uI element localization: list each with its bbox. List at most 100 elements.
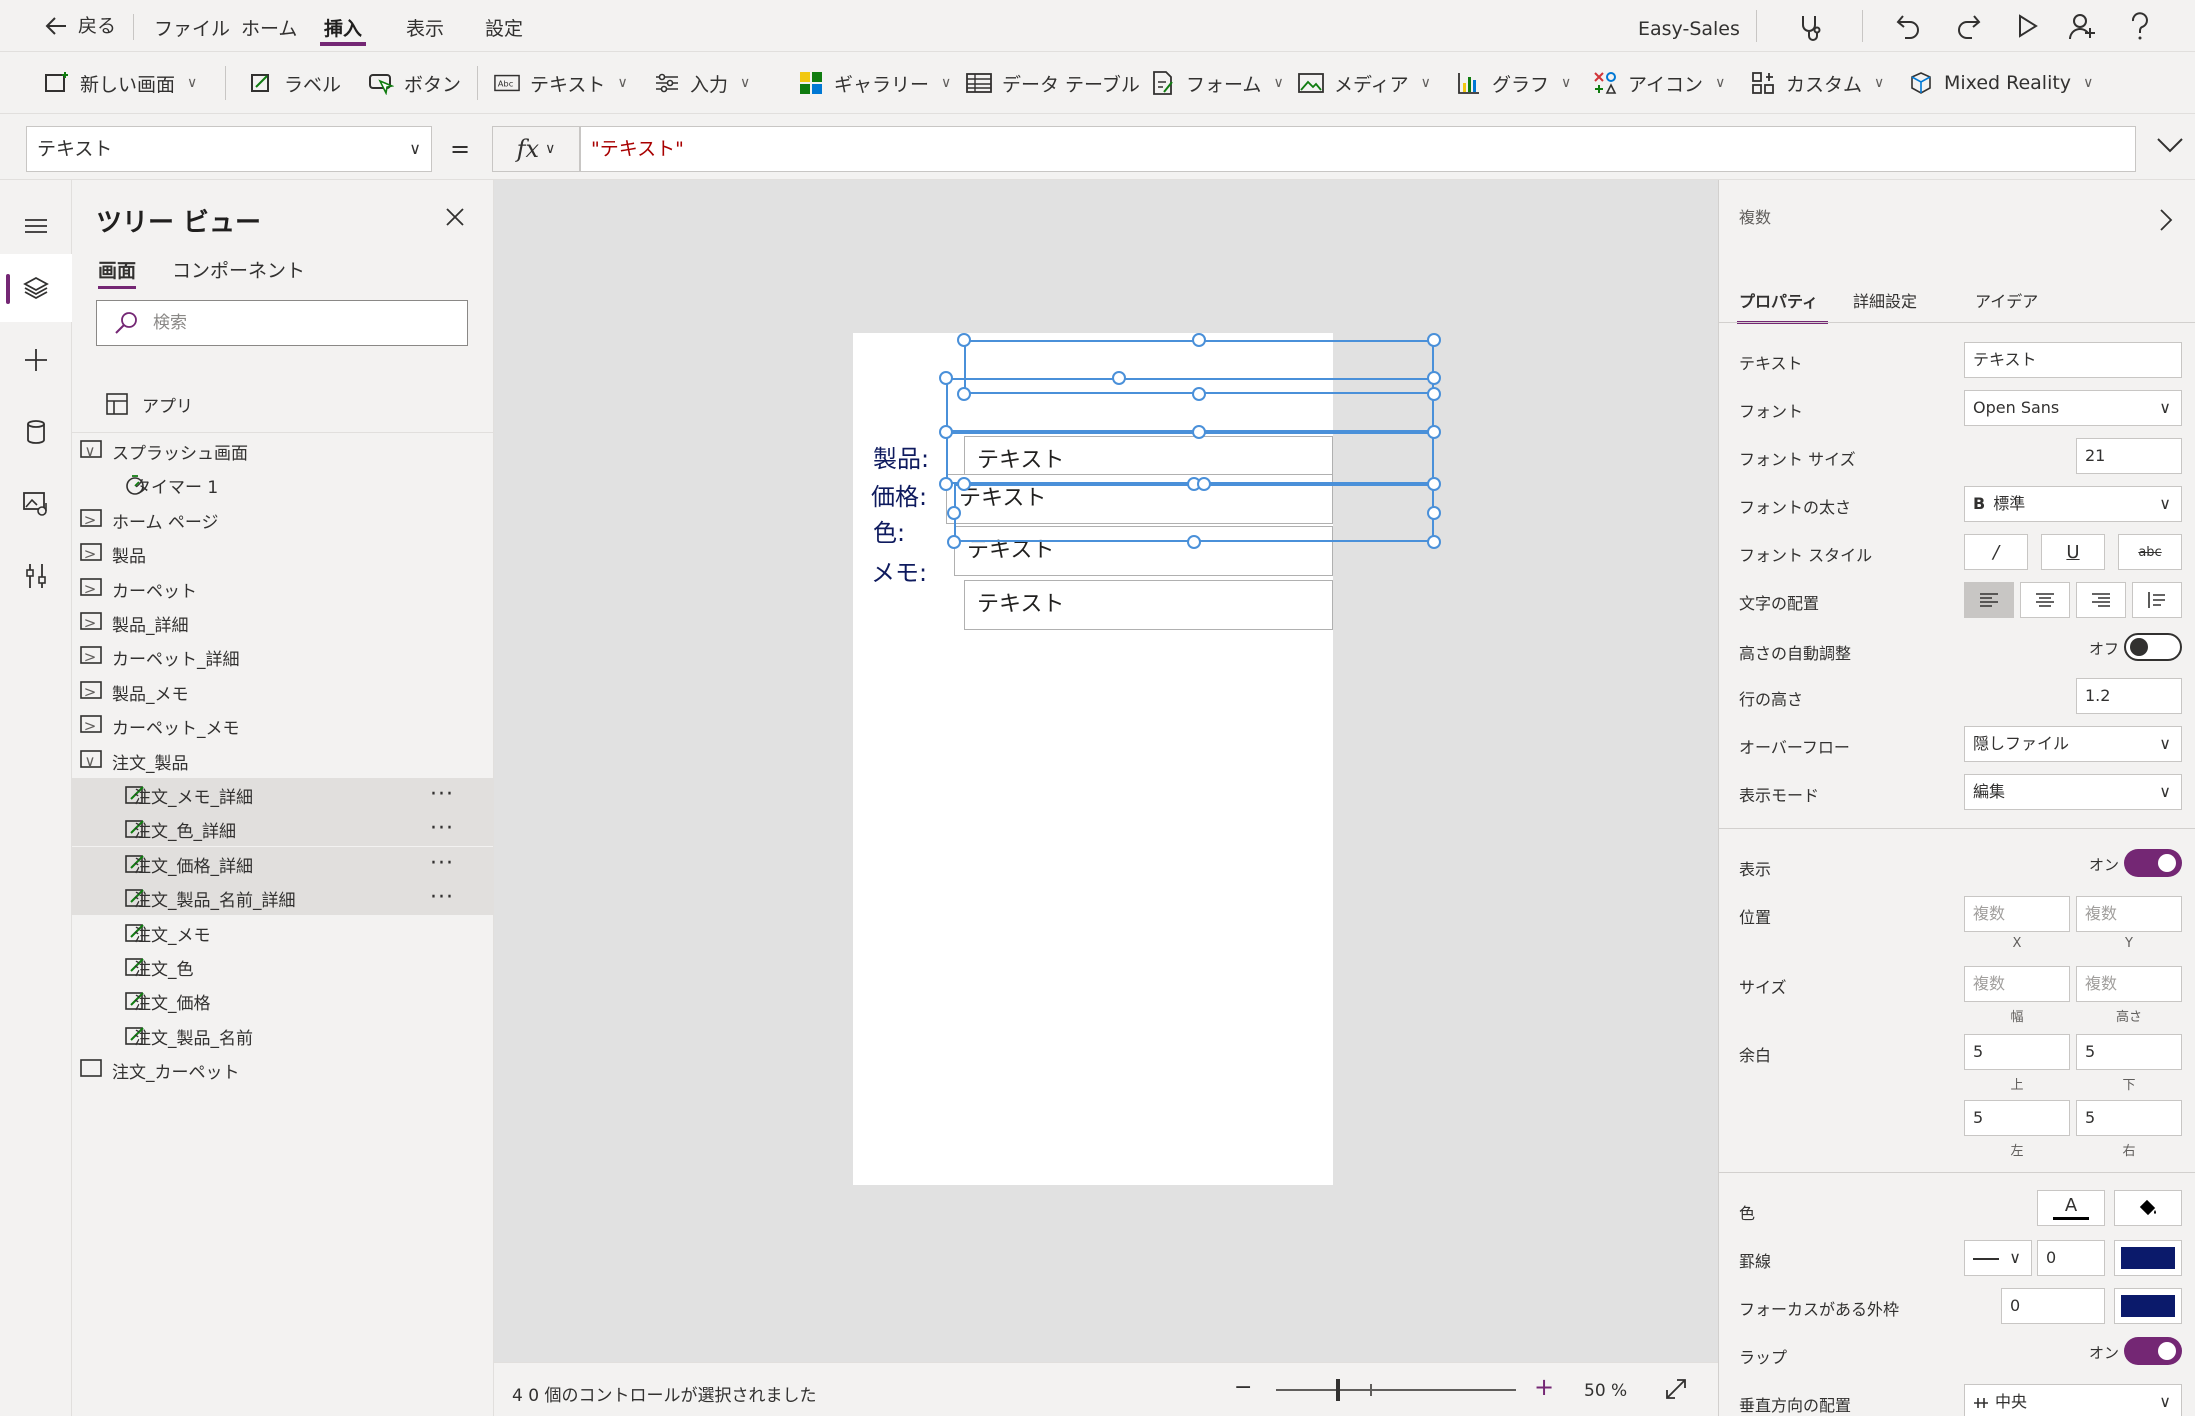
resize-handle[interactable] xyxy=(957,333,971,347)
tree-item[interactable]: ∨ スプラッシュ画面 xyxy=(72,434,494,468)
menu-view[interactable]: 表示 xyxy=(406,0,444,52)
help-icon[interactable] xyxy=(2128,12,2152,42)
memo-textbox[interactable]: テキスト xyxy=(964,580,1333,630)
resize-handle[interactable] xyxy=(1427,506,1441,520)
size-height-input[interactable]: 複数 xyxy=(2076,966,2182,1002)
tree-item[interactable]: 注文_価格_詳細 ··· xyxy=(72,847,494,881)
border-color-button[interactable] xyxy=(2114,1240,2182,1276)
tab-screens[interactable]: 画面 xyxy=(98,256,137,289)
resize-handle[interactable] xyxy=(1187,535,1201,549)
formula-expand-icon[interactable] xyxy=(2156,136,2184,154)
tree-item-app[interactable]: アプリ xyxy=(72,380,494,428)
resize-handle[interactable] xyxy=(1427,371,1441,385)
tree-view-rail-button[interactable] xyxy=(0,254,72,322)
padding-right-input[interactable]: 5 xyxy=(2076,1100,2182,1136)
tree-item[interactable]: ∨ 注文_製品 xyxy=(72,744,494,778)
tree-item[interactable]: > カーペット xyxy=(72,572,494,606)
redo-icon[interactable] xyxy=(1954,12,1982,40)
tab-advanced[interactable]: 詳細設定 xyxy=(1853,288,1917,312)
label-button[interactable]: ラベル xyxy=(248,52,341,114)
tree-item[interactable]: 注文_色 xyxy=(72,950,494,984)
design-canvas[interactable]: 製品: 価格: 色: メモ: テキスト テキスト テキスト テキスト xyxy=(494,180,1718,1362)
media-rail-button[interactable] xyxy=(0,470,72,538)
resize-handle[interactable] xyxy=(957,387,971,401)
resize-handle[interactable] xyxy=(1192,333,1206,347)
undo-icon[interactable] xyxy=(1895,12,1923,40)
back-button[interactable]: 戻る xyxy=(44,0,116,52)
tab-ideas[interactable]: アイデア xyxy=(1975,288,2038,312)
resize-handle[interactable] xyxy=(947,535,961,549)
menu-home[interactable]: ホーム xyxy=(241,0,297,52)
padding-top-input[interactable]: 5 xyxy=(1964,1034,2070,1070)
formula-input[interactable]: "テキスト" xyxy=(580,126,2136,172)
zoom-in-button[interactable]: + xyxy=(1534,1373,1554,1401)
resize-handle[interactable] xyxy=(939,425,953,439)
media-button[interactable]: メディア ∨ xyxy=(1298,52,1431,114)
fit-to-window-icon[interactable] xyxy=(1664,1377,1688,1401)
wrap-toggle[interactable] xyxy=(2124,1337,2182,1365)
menu-file[interactable]: ファイル xyxy=(154,0,230,52)
tree-item[interactable]: 注文_カーペット xyxy=(72,1053,494,1087)
property-dropdown[interactable]: テキスト ∨ xyxy=(26,126,432,172)
align-right-button[interactable] xyxy=(2076,582,2126,618)
resize-handle[interactable] xyxy=(939,477,953,491)
tree-search-input[interactable]: 検索 xyxy=(96,300,468,346)
line-height-input[interactable]: 1.2 xyxy=(2076,678,2182,714)
strikethrough-button[interactable]: abc xyxy=(2118,534,2182,570)
resize-handle[interactable] xyxy=(947,506,961,520)
preview-play-icon[interactable] xyxy=(2014,13,2040,39)
resize-handle[interactable] xyxy=(1427,477,1441,491)
icon-button[interactable]: アイコン ∨ xyxy=(1592,52,1725,114)
zoom-slider-thumb[interactable] xyxy=(1336,1379,1340,1401)
tree-item[interactable]: 注文_色_詳細 ··· xyxy=(72,812,494,846)
chart-button[interactable]: グラフ ∨ xyxy=(1456,52,1571,114)
border-style-dropdown[interactable]: ∨ xyxy=(1964,1240,2032,1276)
price-textbox[interactable]: テキスト xyxy=(946,474,1333,524)
mixed-reality-button[interactable]: Mixed Reality ∨ xyxy=(1908,52,2093,114)
resize-handle[interactable] xyxy=(1192,387,1206,401)
share-user-icon[interactable] xyxy=(2068,12,2098,42)
border-thickness-input[interactable]: 0 xyxy=(2037,1240,2105,1276)
tree-item[interactable]: > 製品_詳細 xyxy=(72,606,494,640)
tree-item[interactable]: 注文_製品_名前_詳細 ··· xyxy=(72,881,494,915)
underline-button[interactable]: U xyxy=(2041,534,2105,570)
chevron-right-icon[interactable] xyxy=(2159,208,2173,232)
resize-handle[interactable] xyxy=(1427,387,1441,401)
text-color-button[interactable]: A xyxy=(2037,1190,2105,1226)
menu-insert[interactable]: 挿入 xyxy=(320,0,367,52)
resize-handle[interactable] xyxy=(1192,425,1206,439)
display-mode-dropdown[interactable]: 編集 ∨ xyxy=(1964,774,2182,810)
resize-handle[interactable] xyxy=(957,477,971,491)
close-icon[interactable] xyxy=(444,206,466,228)
form-button[interactable]: フォーム ∨ xyxy=(1150,52,1284,114)
align-justify-button[interactable] xyxy=(2132,582,2182,618)
more-options-icon[interactable]: ··· xyxy=(430,853,454,875)
input-button[interactable]: 入力 ∨ xyxy=(654,52,750,114)
resize-handle[interactable] xyxy=(1427,535,1441,549)
tab-components[interactable]: コンポーネント xyxy=(172,256,305,283)
data-rail-button[interactable] xyxy=(0,398,72,466)
position-x-input[interactable]: 複数 xyxy=(1964,896,2070,932)
font-dropdown[interactable]: Open Sans ∨ xyxy=(1964,390,2182,426)
tree-item[interactable]: > ホーム ページ xyxy=(72,503,494,537)
resize-handle[interactable] xyxy=(1197,477,1211,491)
color-label[interactable]: 色: xyxy=(873,513,905,548)
valign-dropdown[interactable]: 中央 ∨ xyxy=(1964,1384,2182,1416)
resize-handle[interactable] xyxy=(1427,425,1441,439)
text-prop-input[interactable]: テキスト xyxy=(1964,342,2182,378)
tree-item[interactable]: > カーペット_詳細 xyxy=(72,640,494,674)
tree-item[interactable]: 注文_製品_名前 xyxy=(72,1019,494,1053)
focus-border-color-button[interactable] xyxy=(2114,1288,2182,1324)
app-checker-icon[interactable] xyxy=(1796,12,1826,42)
custom-button[interactable]: カスタム ∨ xyxy=(1750,52,1884,114)
padding-bottom-input[interactable]: 5 xyxy=(2076,1034,2182,1070)
memo-label[interactable]: メモ: xyxy=(871,553,927,588)
fill-color-button[interactable] xyxy=(2114,1190,2182,1226)
font-weight-dropdown[interactable]: B 標準 ∨ xyxy=(1964,486,2182,522)
more-options-icon[interactable]: ··· xyxy=(430,887,454,909)
zoom-out-button[interactable]: − xyxy=(1234,1375,1252,1400)
price-label[interactable]: 価格: xyxy=(871,477,927,512)
fx-button[interactable]: fx ∨ xyxy=(492,126,580,172)
gallery-button[interactable]: ギャラリー ∨ xyxy=(798,52,951,114)
color-textbox[interactable]: テキスト xyxy=(954,526,1333,576)
